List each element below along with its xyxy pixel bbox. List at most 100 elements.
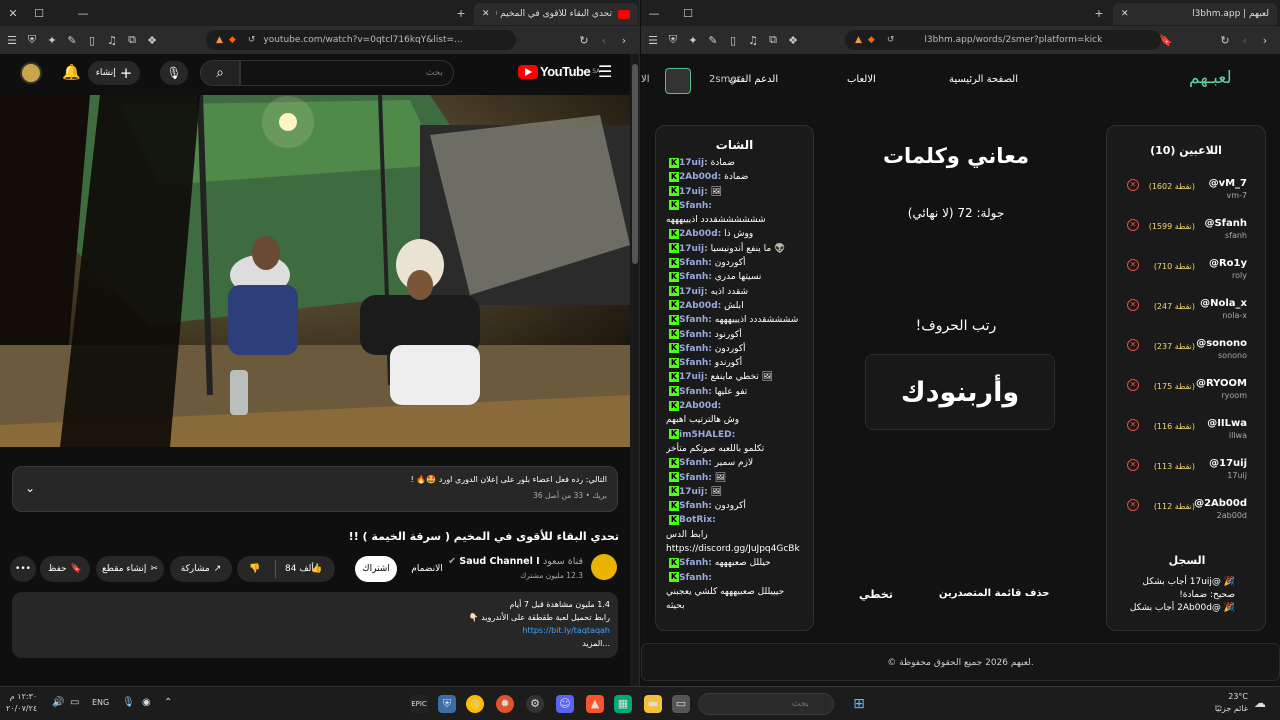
show-more-link[interactable]: ...المزيد [20, 637, 610, 650]
clock[interactable]: ١٢:٣٠ م ٢٠/٠٧/٢٤ [6, 691, 37, 715]
remove-player-icon[interactable]: ✕ [1127, 339, 1139, 351]
remove-player-icon[interactable]: ✕ [1127, 419, 1139, 431]
language-indicator[interactable]: ENG [92, 698, 109, 707]
chevron-down-icon[interactable]: ⌄ [25, 481, 35, 495]
save-button[interactable]: حفظ 🔖 [40, 556, 90, 582]
app-orange-icon[interactable]: ✹ [496, 695, 514, 713]
new-tab-icon[interactable]: + [448, 7, 474, 20]
description-link[interactable]: https://bit.ly/taqtaqah [20, 624, 610, 637]
extension-icon[interactable]: ✦ [46, 34, 58, 47]
forward-icon[interactable]: › [1259, 34, 1271, 47]
security-app-icon[interactable]: ⛨ [438, 695, 456, 713]
hamburger-menu-icon[interactable]: ☰ [598, 62, 612, 81]
more-actions-button[interactable]: ••• [10, 556, 36, 582]
chat-username[interactable]: Sfanh: [679, 558, 712, 568]
brave-shield-icon[interactable]: ◆ [229, 35, 236, 45]
chat-username[interactable]: 2Ab00d: [679, 172, 721, 182]
shield-icon[interactable]: ⛨ [667, 33, 679, 47]
chat-username[interactable]: Sfanh: [679, 501, 712, 511]
nav-support[interactable]: الدعم الفني [729, 74, 778, 85]
tab-l3bhm[interactable]: ✕ لعبهم | l3bhm.app [1113, 3, 1277, 25]
reload-alt-icon[interactable]: ↺ [887, 35, 895, 45]
nav-games[interactable]: الالعاب [847, 74, 876, 85]
chat-username[interactable]: Sfanh: [679, 330, 712, 340]
remove-player-icon[interactable]: ✕ [1127, 299, 1139, 311]
app-tray-icon[interactable]: ◉ [142, 697, 151, 708]
steam-icon[interactable]: ⚙ [526, 695, 544, 713]
youtube-logo[interactable]: YouTube SA [518, 64, 600, 79]
close-window-icon[interactable]: ✕ [0, 7, 26, 20]
discord-icon[interactable]: ☺ [556, 695, 574, 713]
start-icon[interactable]: ⊞ [850, 695, 868, 713]
chat-username[interactable]: Sfanh: [679, 458, 712, 468]
like-icon[interactable]: 👍 [311, 564, 322, 574]
video-description[interactable]: 1.4 مليون مشاهدة قبل 7 أيام رابط تحميل ل… [12, 592, 618, 658]
user-avatar[interactable] [665, 68, 691, 94]
chat-username[interactable]: Sfanh: [679, 387, 712, 397]
clip-button[interactable]: إنشاء مقطع ✂ [96, 556, 164, 582]
minimize-icon[interactable]: — [70, 7, 96, 20]
remove-player-icon[interactable]: ✕ [1127, 459, 1139, 471]
shield-icon[interactable]: ⛨ [26, 33, 38, 47]
chat-username[interactable]: Sfanh: [679, 344, 712, 354]
chat-username[interactable]: Sfanh: [679, 315, 712, 325]
sidebar-icon[interactable]: ▯ [727, 34, 739, 47]
bell-icon[interactable]: 🔔 [62, 63, 81, 81]
mic-button[interactable]: 🎙 [160, 61, 188, 85]
reload-icon[interactable]: ↻ [578, 34, 590, 47]
file-explorer-icon[interactable]: ▬ [644, 695, 662, 713]
music-icon[interactable]: ♫ [106, 34, 118, 47]
avatar[interactable] [20, 62, 42, 84]
network-icon[interactable]: ▭ [70, 697, 79, 708]
brave-rewards-icon[interactable]: ▲ [855, 35, 862, 45]
remove-player-icon[interactable]: ✕ [1127, 259, 1139, 271]
search-input[interactable] [240, 60, 454, 86]
volume-icon[interactable]: 🔊 [52, 697, 64, 708]
bookmark-icon[interactable]: 🔖 [1159, 34, 1173, 47]
maximize-icon[interactable]: ☐ [26, 7, 52, 20]
mic-tray-icon[interactable]: 🎙 [122, 697, 135, 708]
screenshot-icon[interactable]: ⧉ [767, 33, 779, 47]
weather-widget[interactable]: 23°C غائم جزئيًا [1196, 691, 1248, 715]
epic-games-icon[interactable]: EPIC [410, 695, 428, 713]
app-green-icon[interactable]: ▦ [614, 695, 632, 713]
nav-home[interactable]: الصفحة الرئيسية [949, 74, 1018, 85]
clear-leaderboard-button[interactable]: حذف قائمة المتصدرين [939, 588, 1050, 599]
page-scrollbar[interactable] [630, 54, 639, 686]
video-player[interactable] [0, 95, 630, 447]
maximize-icon[interactable]: ☐ [675, 7, 701, 20]
chat-messages[interactable]: K 17uij: ضمادة K 2Ab00d: ضمادة K 17uij: 🖼 K Sfa… [666, 156, 808, 626]
chat-username[interactable]: 2Ab00d: [679, 401, 721, 411]
skip-button[interactable]: تخطي [859, 588, 893, 601]
chat-username[interactable]: Sfanh: [679, 258, 712, 268]
channel-name[interactable]: Saud Channel I [459, 556, 539, 567]
players-list[interactable]: ✕ (1602 نقطة) @vM_7 vm-7 ✕ (1599 نقطة) @Sfanh s… [1107, 178, 1267, 538]
share-button[interactable]: مشاركة ↗ [170, 556, 232, 582]
chat-username[interactable]: 2Ab00d: [679, 301, 721, 311]
nav-item-extra[interactable]: الا [641, 74, 649, 85]
chat-username[interactable]: Sfanh: [679, 272, 712, 282]
new-tab-icon[interactable]: + [1086, 7, 1112, 20]
minimize-icon[interactable]: — [641, 7, 667, 20]
screenshot-icon[interactable]: ⧉ [126, 33, 138, 47]
music-icon[interactable]: ♫ [747, 34, 759, 47]
tab-youtube[interactable]: ✕ تحدي البقاء للأقوى في المخيم ( ... [474, 3, 638, 25]
remove-player-icon[interactable]: ✕ [1127, 499, 1139, 511]
pen-icon[interactable]: ✎ [707, 34, 719, 47]
back-icon[interactable]: ‹ [598, 34, 610, 47]
reload-alt-icon[interactable]: ↺ [248, 35, 256, 45]
extension-icon[interactable]: ✦ [687, 34, 699, 47]
chat-username[interactable]: BotRix: [679, 515, 716, 525]
channel-name-row[interactable]: قناة سعود Saud Channel I ✔ [448, 556, 583, 567]
brave-shield-icon[interactable]: ◆ [868, 35, 875, 45]
puzzle-icon[interactable]: ❖ [787, 34, 799, 47]
chat-username[interactable]: 2Ab00d: [679, 229, 721, 239]
back-icon[interactable]: ‹ [1239, 34, 1251, 47]
menu-icon[interactable]: ☰ [647, 34, 659, 47]
chat-username[interactable]: Sfanh: [679, 573, 712, 583]
chat-username[interactable]: 17uij: [679, 287, 708, 297]
like-count[interactable]: 84 ألف [285, 564, 314, 574]
reload-icon[interactable]: ↻ [1219, 34, 1231, 47]
remove-player-icon[interactable]: ✕ [1127, 179, 1139, 191]
chat-username[interactable]: 17uij: [679, 187, 708, 197]
